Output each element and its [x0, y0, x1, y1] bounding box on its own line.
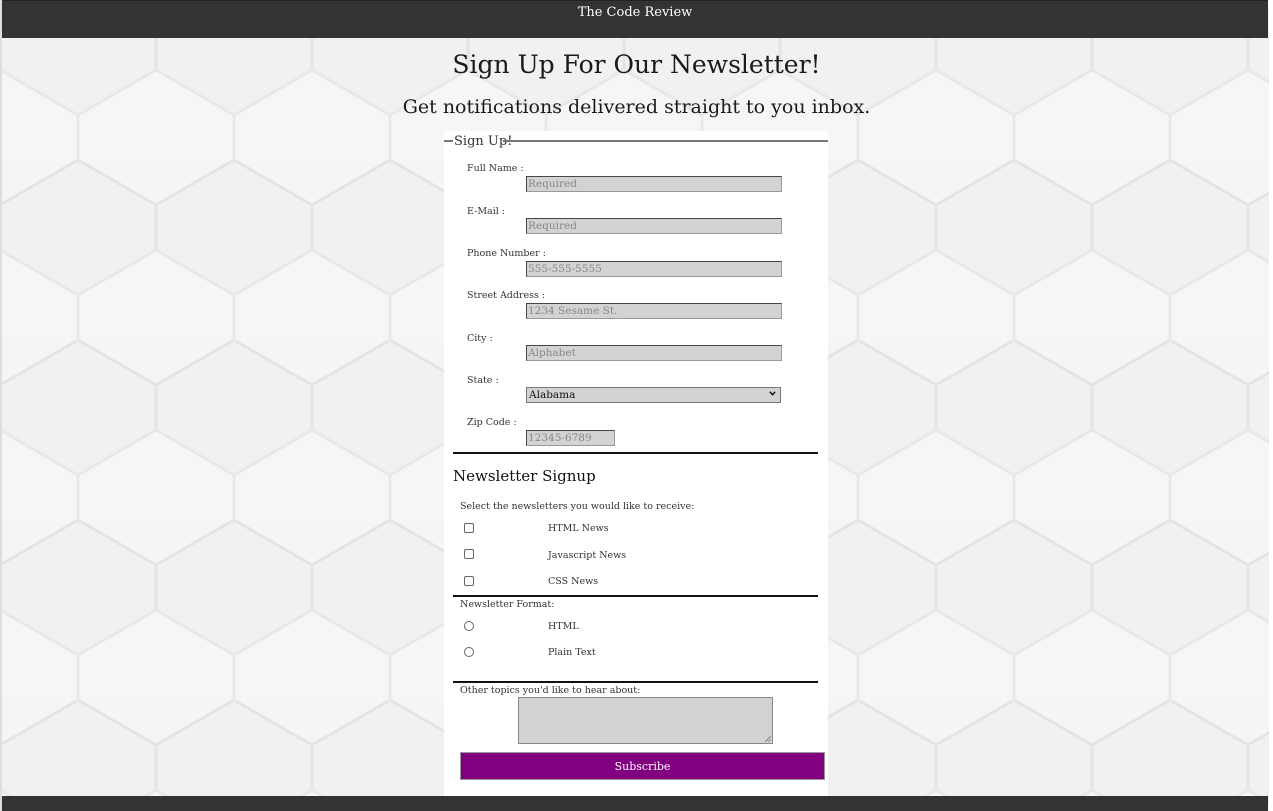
site-header: The Code Review [2, 0, 1268, 38]
section-divider [453, 452, 818, 454]
page-frame-right [1269, 0, 1273, 811]
phone-label: Phone Number : [467, 248, 546, 259]
fieldset-border [503, 140, 828, 142]
newsletter-checkbox-javascript[interactable] [464, 549, 474, 559]
newsletter-checkbox-html[interactable] [464, 523, 474, 533]
newsletter-format-label: Newsletter Format: [460, 599, 555, 610]
page-subtitle: Get notifications delivered straight to … [402, 96, 871, 118]
page-frame-left [0, 0, 2, 811]
format-radio-plain-text[interactable] [464, 647, 474, 657]
state-selected-value: Alabama [529, 389, 576, 401]
format-option-label: Plain Text [548, 647, 596, 658]
other-topics-textarea[interactable] [518, 697, 773, 744]
section-divider [453, 681, 818, 683]
subscribe-button[interactable]: Subscribe [460, 752, 825, 780]
newsletter-option-label: CSS News [548, 576, 599, 587]
full-name-label: Full Name : [467, 163, 524, 174]
state-label: State : [467, 375, 499, 386]
newsletter-section-title: Newsletter Signup [453, 467, 596, 485]
chevron-down-icon [769, 391, 776, 396]
city-input[interactable] [526, 345, 782, 361]
full-name-input[interactable] [526, 176, 782, 192]
signup-form: Sign Up! Full Name : E-Mail : Phone Numb… [444, 131, 828, 796]
email-label: E-Mail : [467, 206, 506, 217]
newsletter-checkbox-css[interactable] [464, 576, 474, 586]
resize-grip-icon[interactable] [765, 736, 771, 742]
email-input[interactable] [526, 218, 782, 234]
zip-code-label: Zip Code : [467, 417, 517, 428]
format-radio-html[interactable] [464, 621, 474, 631]
state-select[interactable]: Alabama [526, 387, 781, 403]
fieldset-border [444, 140, 453, 142]
phone-input[interactable] [526, 261, 782, 277]
section-divider [453, 595, 818, 597]
street-address-label: Street Address : [467, 290, 546, 301]
newsletter-option-label: Javascript News [548, 550, 627, 561]
newsletter-option-label: HTML News [548, 523, 609, 534]
other-topics-label: Other topics you'd like to hear about: [460, 685, 641, 696]
street-address-input[interactable] [526, 303, 782, 319]
newsletter-select-hint: Select the newsletters you would like to… [460, 501, 695, 512]
zip-code-input[interactable] [526, 430, 615, 446]
page-title: Sign Up For Our Newsletter! [452, 50, 821, 79]
city-label: City : [467, 333, 493, 344]
format-option-label: HTML [548, 621, 579, 632]
site-title[interactable]: The Code Review [2, 5, 1268, 20]
site-footer [2, 796, 1268, 811]
